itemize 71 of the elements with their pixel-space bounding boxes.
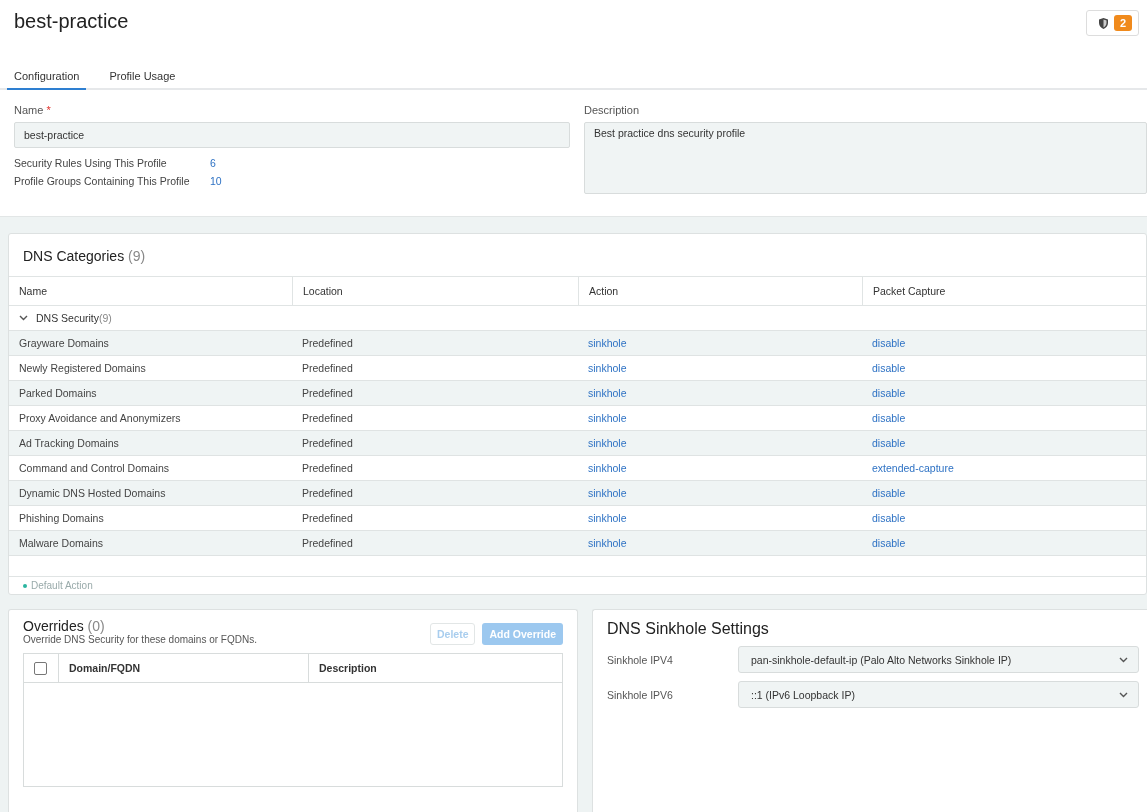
packet-capture-link[interactable]: disable [872,387,906,399]
table-cell: Predefined [302,462,353,474]
stat-label: Profile Groups Containing This Profile [14,175,191,187]
column-header: Packet Capture [862,276,1146,306]
packet-capture-link[interactable]: disable [872,337,906,349]
packet-capture-link[interactable]: extended-capture [872,462,954,474]
action-link[interactable]: sinkhole [588,462,627,474]
card-title: DNS Sinkhole Settings [607,620,770,638]
card-title: Overrides (0) [23,618,106,634]
packet-capture-link[interactable]: disable [872,537,906,549]
column-header: Action [578,276,862,306]
packet-capture-link[interactable]: disable [872,487,906,499]
action-link[interactable]: sinkhole [588,537,627,549]
table-cell: Predefined [302,437,353,449]
group-label: DNS Security(9) [36,312,112,324]
table-cell: Malware Domains [19,537,104,549]
chevron-down-icon [19,315,28,321]
legend-label: Default Action [31,580,93,591]
packet-capture-link[interactable]: disable [872,362,906,374]
stat-link[interactable]: 10 [210,175,570,187]
table-cell: Predefined [302,537,353,549]
tab[interactable]: Configuration [7,62,87,90]
stat-label: Security Rules Using This Profile [14,157,168,169]
select-all-checkbox[interactable] [34,661,47,675]
field-label: Sinkhole IPV4 [607,653,674,666]
description-label: Description [584,104,641,116]
table-cell: Predefined [302,512,353,524]
column-header: Domain/FQDN [58,654,308,682]
table-cell: Parked Domains [19,387,97,399]
expand-toggle[interactable] [19,315,28,321]
action-link[interactable]: sinkhole [588,412,627,424]
select-field[interactable]: ::1 (IPv6 Loopback IP) [738,681,1139,708]
card-title: DNS Categories (9) [23,248,147,264]
table-cell: Dynamic DNS Hosted Domains [19,487,166,499]
description-field[interactable]: Best practice dns security profile [584,122,1147,194]
table-cell: Predefined [302,487,353,499]
table-cell: Ad Tracking Domains [19,437,119,449]
required-mark: * [46,104,51,116]
table-cell: Predefined [302,412,353,424]
name-label: Name [14,104,44,116]
field-label: Sinkhole IPV6 [607,688,674,701]
action-link[interactable]: sinkhole [588,512,627,524]
column-header: Location [292,276,578,306]
chevron-down-icon [1119,656,1128,663]
action-link[interactable]: sinkhole [588,437,627,449]
action-link[interactable]: sinkhole [588,387,627,399]
table-cell: Grayware Domains [19,337,109,349]
select-field[interactable]: pan-sinkhole-default-ip (Palo Alto Networks Sinkhole IP) [738,646,1139,673]
table-cell: Proxy Avoidance and Anonymizers [19,412,181,424]
table-cell: Predefined [302,387,353,399]
action-link[interactable]: sinkhole [588,337,627,349]
column-header: Name [9,276,292,306]
table-cell: Predefined [302,337,353,349]
table-cell: Newly Registered Domains [19,362,146,374]
table-cell: Phishing Domains [19,512,104,524]
name-field[interactable]: best-practice [14,122,570,148]
table-cell: Command and Control Domains [19,462,169,474]
packet-capture-link[interactable]: disable [872,412,906,424]
shield-icon [1098,17,1108,29]
action-link[interactable]: sinkhole [588,487,627,499]
alert-count-badge: 2 [1113,15,1132,31]
column-header: Description [308,654,562,682]
action-link[interactable]: sinkhole [588,362,627,374]
packet-capture-link[interactable]: disable [872,512,906,524]
tab[interactable]: Profile Usage [102,62,183,90]
stat-link[interactable]: 6 [210,157,570,169]
page-title: best-practice [14,10,129,33]
chevron-down-icon [1119,691,1128,698]
packet-capture-link[interactable]: disable [872,437,906,449]
card-subtitle: Override DNS Security for these domains or FQDNs. [23,634,257,645]
table-cell: Predefined [302,362,353,374]
